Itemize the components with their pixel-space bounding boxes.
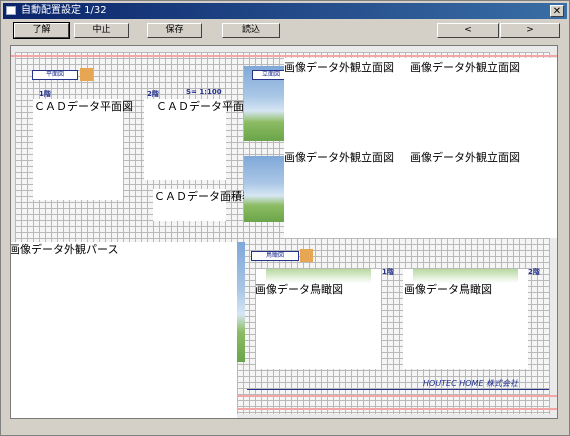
- elevation-photo-2: [244, 156, 284, 222]
- bird-floor2-label: 2階: [528, 268, 540, 276]
- auto-layout-window: 自動配置設定 1/32 ✕ 了解 中止 保存 読込 < > 平面図 1階 2階 …: [0, 0, 570, 436]
- save-button[interactable]: 保存: [147, 23, 202, 38]
- bird-view-1-label: 画像データ鳥瞰図: [255, 283, 343, 296]
- ok-button[interactable]: 了解: [13, 22, 70, 39]
- footer-rule: [247, 389, 549, 390]
- plan-color-swatch[interactable]: [80, 68, 93, 81]
- cad-plan-1-label: ＣＡＤデータ平面図: [34, 100, 133, 113]
- bird-view-2-label: 画像データ鳥瞰図: [404, 283, 492, 296]
- perspective-frame[interactable]: [11, 242, 237, 418]
- elevation-label-3: 画像データ外観立面図: [284, 151, 394, 164]
- close-button[interactable]: ✕: [550, 5, 564, 17]
- bird-view-2-image: [413, 269, 518, 283]
- bird-floor1-label: 1階: [382, 268, 394, 276]
- app-icon: [6, 6, 16, 15]
- bird-view-1-image: [266, 269, 371, 283]
- prev-page-button[interactable]: <: [437, 23, 499, 38]
- cad-area-table-label: ＣＡＤデータ面積表: [154, 190, 253, 203]
- company-name: HOUTEC HOME 株式会社: [423, 379, 519, 388]
- load-button[interactable]: 読込: [222, 23, 280, 38]
- floor1-label: 1階: [39, 90, 51, 98]
- elevation-label-2: 画像データ外観立面図: [410, 61, 520, 74]
- elevation-label-1: 画像データ外観立面図: [284, 61, 394, 74]
- margin-line-top: [11, 55, 557, 57]
- bird-view-color-swatch[interactable]: [300, 249, 313, 262]
- perspective-photo-edge: [237, 242, 245, 362]
- title-bar[interactable]: 自動配置設定 1/32 ✕: [3, 3, 567, 19]
- scale-label: S= 1:100: [186, 88, 222, 96]
- window-title: 自動配置設定 1/32: [21, 5, 107, 16]
- cad-plan-2-label: ＣＡＤデータ平面図: [156, 100, 255, 113]
- bird-view-tag[interactable]: 鳥瞰図: [251, 251, 299, 261]
- plan-tag[interactable]: 平面図: [32, 70, 78, 80]
- perspective-label: 画像データ外観パース: [10, 243, 119, 256]
- cancel-button[interactable]: 中止: [74, 23, 129, 38]
- layout-canvas[interactable]: 平面図 1階 2階 S= 1:100 ＣＡＤデータ平面図 ＣＡＤデータ平面図 Ｃ…: [10, 45, 558, 419]
- floor2-label: 2階: [147, 90, 159, 98]
- cad-plan-1-frame[interactable]: [33, 99, 123, 200]
- next-page-button[interactable]: >: [500, 23, 560, 38]
- elevation-area[interactable]: [284, 58, 557, 238]
- elevation-label-4: 画像データ外観立面図: [410, 151, 520, 164]
